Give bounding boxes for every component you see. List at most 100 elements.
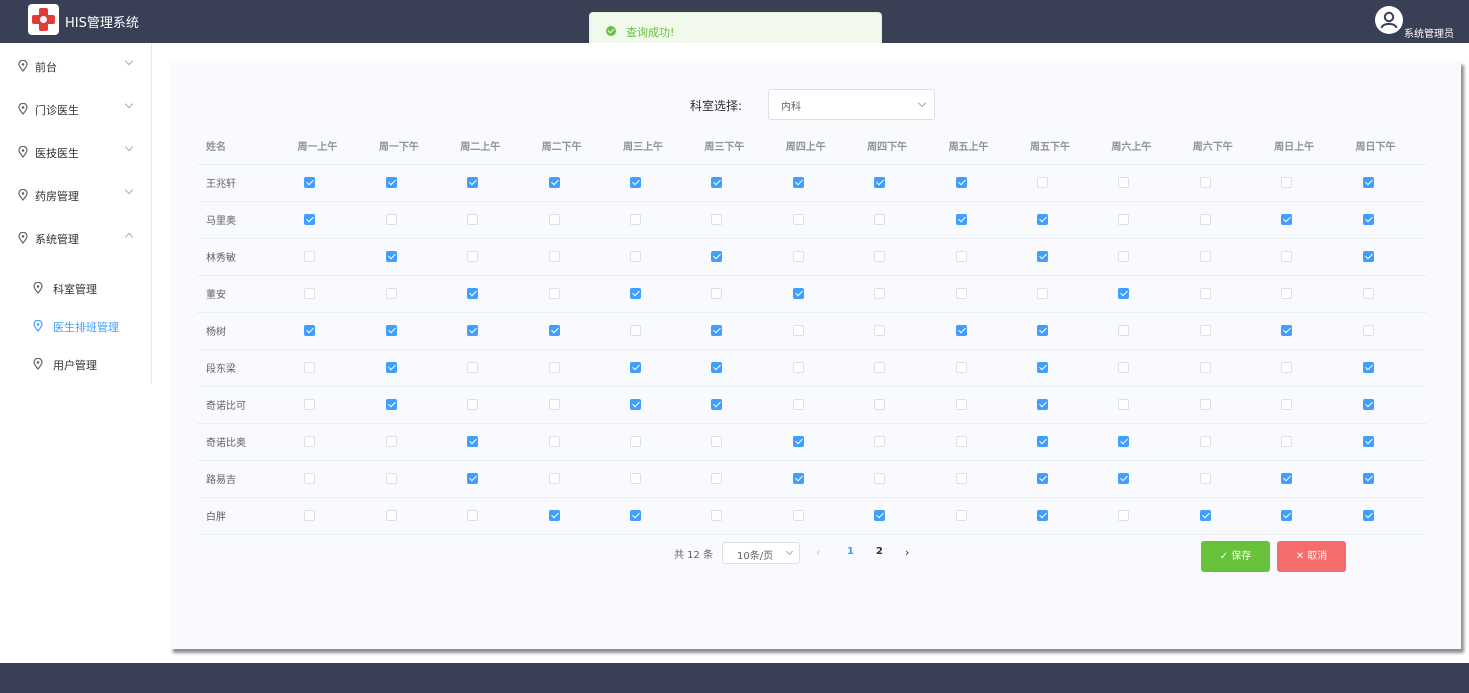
- shift-checkbox[interactable]: [1118, 213, 1130, 225]
- shift-checkbox[interactable]: [385, 250, 397, 262]
- shift-checkbox[interactable]: [1199, 435, 1211, 447]
- page-size-select[interactable]: 10条/页: [722, 542, 800, 564]
- shift-checkbox[interactable]: [385, 509, 397, 521]
- shift-checkbox[interactable]: [711, 509, 723, 521]
- shift-checkbox[interactable]: [304, 509, 316, 521]
- shift-checkbox[interactable]: [955, 287, 967, 299]
- shift-checkbox[interactable]: [304, 176, 316, 188]
- shift-checkbox[interactable]: [1281, 509, 1293, 521]
- shift-checkbox[interactable]: [1036, 509, 1048, 521]
- save-button[interactable]: ✓ 保存: [1201, 541, 1270, 572]
- shift-checkbox[interactable]: [955, 324, 967, 336]
- shift-checkbox[interactable]: [711, 176, 723, 188]
- shift-checkbox[interactable]: [711, 435, 723, 447]
- shift-checkbox[interactable]: [1281, 287, 1293, 299]
- sidebar-item-medtech-doctor[interactable]: 医技医生: [0, 129, 151, 172]
- shift-checkbox[interactable]: [1118, 361, 1130, 373]
- cancel-button[interactable]: ✕ 取消: [1277, 541, 1346, 572]
- shift-checkbox[interactable]: [874, 398, 886, 410]
- shift-checkbox[interactable]: [792, 435, 804, 447]
- shift-checkbox[interactable]: [1199, 287, 1211, 299]
- shift-checkbox[interactable]: [1281, 324, 1293, 336]
- shift-checkbox[interactable]: [1036, 398, 1048, 410]
- shift-checkbox[interactable]: [711, 213, 723, 225]
- shift-checkbox[interactable]: [955, 213, 967, 225]
- shift-checkbox[interactable]: [792, 324, 804, 336]
- shift-checkbox[interactable]: [1281, 213, 1293, 225]
- shift-checkbox[interactable]: [304, 398, 316, 410]
- shift-checkbox[interactable]: [1036, 435, 1048, 447]
- shift-checkbox[interactable]: [955, 250, 967, 262]
- shift-checkbox[interactable]: [467, 361, 479, 373]
- shift-checkbox[interactable]: [1362, 509, 1374, 521]
- shift-checkbox[interactable]: [955, 509, 967, 521]
- shift-checkbox[interactable]: [1362, 398, 1374, 410]
- sidebar-subitem-department[interactable]: 科室管理: [0, 269, 151, 307]
- shift-checkbox[interactable]: [630, 472, 641, 484]
- shift-checkbox[interactable]: [548, 324, 560, 336]
- shift-checkbox[interactable]: [711, 287, 723, 299]
- shift-checkbox[interactable]: [548, 472, 560, 484]
- shift-checkbox[interactable]: [467, 398, 479, 410]
- shift-checkbox[interactable]: [467, 213, 479, 225]
- shift-checkbox[interactable]: [1281, 250, 1293, 262]
- shift-checkbox[interactable]: [955, 361, 967, 373]
- shift-checkbox[interactable]: [874, 213, 886, 225]
- shift-checkbox[interactable]: [711, 324, 723, 336]
- shift-checkbox[interactable]: [1118, 435, 1130, 447]
- shift-checkbox[interactable]: [792, 509, 804, 521]
- shift-checkbox[interactable]: [304, 250, 316, 262]
- shift-checkbox[interactable]: [304, 324, 316, 336]
- prev-page-button[interactable]: ‹: [816, 546, 820, 559]
- shift-checkbox[interactable]: [304, 472, 316, 484]
- shift-checkbox[interactable]: [548, 398, 560, 410]
- shift-checkbox[interactable]: [1118, 287, 1130, 299]
- shift-checkbox[interactable]: [874, 472, 886, 484]
- shift-checkbox[interactable]: [1118, 472, 1130, 484]
- shift-checkbox[interactable]: [792, 361, 804, 373]
- shift-checkbox[interactable]: [548, 287, 560, 299]
- shift-checkbox[interactable]: [548, 176, 560, 188]
- shift-checkbox[interactable]: [385, 472, 397, 484]
- shift-checkbox[interactable]: [1199, 324, 1211, 336]
- shift-checkbox[interactable]: [874, 324, 886, 336]
- shift-checkbox[interactable]: [955, 435, 967, 447]
- shift-checkbox[interactable]: [630, 398, 641, 410]
- shift-checkbox[interactable]: [1362, 324, 1374, 336]
- shift-checkbox[interactable]: [548, 361, 560, 373]
- shift-checkbox[interactable]: [711, 472, 723, 484]
- shift-checkbox[interactable]: [467, 472, 479, 484]
- shift-checkbox[interactable]: [711, 361, 723, 373]
- shift-checkbox[interactable]: [955, 176, 967, 188]
- shift-checkbox[interactable]: [874, 287, 886, 299]
- shift-checkbox[interactable]: [792, 250, 804, 262]
- shift-checkbox[interactable]: [874, 176, 886, 188]
- shift-checkbox[interactable]: [385, 213, 397, 225]
- shift-checkbox[interactable]: [1199, 176, 1211, 188]
- shift-checkbox[interactable]: [1362, 361, 1374, 373]
- shift-checkbox[interactable]: [630, 324, 641, 336]
- shift-checkbox[interactable]: [792, 472, 804, 484]
- shift-checkbox[interactable]: [1036, 324, 1048, 336]
- shift-checkbox[interactable]: [1362, 176, 1374, 188]
- shift-checkbox[interactable]: [1118, 324, 1130, 336]
- shift-checkbox[interactable]: [1362, 435, 1374, 447]
- shift-checkbox[interactable]: [630, 250, 641, 262]
- shift-checkbox[interactable]: [630, 213, 641, 225]
- shift-checkbox[interactable]: [304, 287, 316, 299]
- shift-checkbox[interactable]: [1362, 213, 1374, 225]
- shift-checkbox[interactable]: [1199, 509, 1211, 521]
- page-2-button[interactable]: 2: [876, 546, 883, 557]
- shift-checkbox[interactable]: [874, 435, 886, 447]
- shift-checkbox[interactable]: [1036, 472, 1048, 484]
- page-1-button[interactable]: 1: [847, 546, 854, 557]
- shift-checkbox[interactable]: [385, 398, 397, 410]
- shift-checkbox[interactable]: [1199, 250, 1211, 262]
- shift-checkbox[interactable]: [1036, 287, 1048, 299]
- shift-checkbox[interactable]: [630, 361, 641, 373]
- shift-checkbox[interactable]: [1118, 398, 1130, 410]
- shift-checkbox[interactable]: [1036, 361, 1048, 373]
- shift-checkbox[interactable]: [304, 435, 316, 447]
- shift-checkbox[interactable]: [548, 213, 560, 225]
- shift-checkbox[interactable]: [548, 509, 560, 521]
